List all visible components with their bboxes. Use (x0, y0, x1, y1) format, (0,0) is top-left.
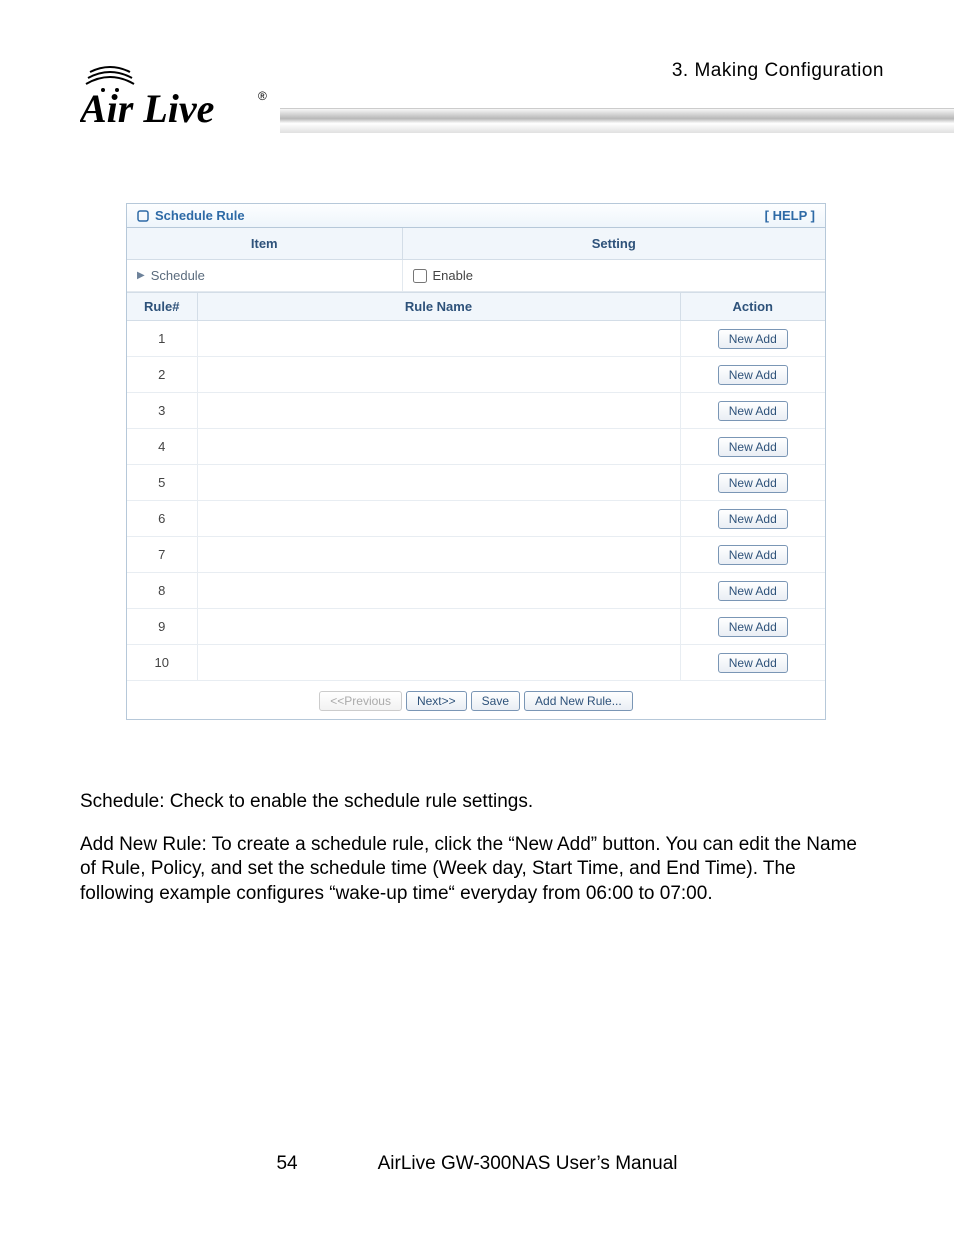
table-row: 5 New Add (127, 465, 825, 501)
airlive-logo: Air Live ® (80, 60, 280, 130)
rule-number-cell: 9 (127, 609, 197, 645)
enable-label: Enable (433, 268, 473, 283)
new-add-button[interactable]: New Add (718, 365, 788, 385)
rule-number-header: Rule# (127, 293, 197, 321)
new-add-button[interactable]: New Add (718, 437, 788, 457)
previous-button: <<Previous (319, 691, 402, 711)
next-button[interactable]: Next>> (406, 691, 467, 711)
rule-number-cell: 8 (127, 573, 197, 609)
action-cell: New Add (680, 357, 825, 393)
header-divider (280, 108, 954, 133)
help-link[interactable]: [ HELP ] (765, 208, 815, 223)
rule-name-cell (197, 357, 680, 393)
action-cell: New Add (680, 393, 825, 429)
triangle-icon: ▶ (137, 270, 145, 281)
schedule-row: ▶ Schedule Enable (127, 260, 825, 292)
rule-name-cell (197, 501, 680, 537)
add-new-rule-button[interactable]: Add New Rule... (524, 691, 633, 711)
panel-title-text: Schedule Rule (155, 208, 245, 223)
rule-name-cell (197, 429, 680, 465)
table-row: 6 New Add (127, 501, 825, 537)
rule-name-cell (197, 465, 680, 501)
panel-title: Schedule Rule (137, 208, 245, 223)
schedule-cell: ▶ Schedule (127, 260, 402, 292)
rule-number-cell: 10 (127, 645, 197, 681)
table-row: 10 New Add (127, 645, 825, 681)
action-cell: New Add (680, 609, 825, 645)
body-text: Schedule: Check to enable the schedule r… (80, 790, 874, 925)
action-cell: New Add (680, 321, 825, 357)
new-add-button[interactable]: New Add (718, 401, 788, 421)
schedule-rule-panel: Schedule Rule [ HELP ] Item Setting ▶ Sc… (126, 203, 826, 720)
action-cell: New Add (680, 645, 825, 681)
page-number: 54 (276, 1153, 297, 1175)
rule-number-cell: 6 (127, 501, 197, 537)
manual-title: AirLive GW-300NAS User’s Manual (378, 1153, 678, 1175)
settings-table: Item Setting ▶ Schedule Enable (127, 228, 825, 292)
item-header: Item (127, 228, 402, 260)
rule-name-header: Rule Name (197, 293, 680, 321)
table-row: 7 New Add (127, 537, 825, 573)
new-add-button[interactable]: New Add (718, 509, 788, 529)
table-row: 9 New Add (127, 609, 825, 645)
table-row: 8 New Add (127, 573, 825, 609)
paragraph-schedule: Schedule: Check to enable the schedule r… (80, 790, 874, 815)
rule-number-cell: 2 (127, 357, 197, 393)
save-button[interactable]: Save (471, 691, 520, 711)
action-header: Action (680, 293, 825, 321)
rule-number-cell: 3 (127, 393, 197, 429)
paragraph-add-new: Add New Rule: To create a schedule rule,… (80, 833, 874, 907)
new-add-button[interactable]: New Add (718, 581, 788, 601)
page-footer: 54 AirLive GW-300NAS User’s Manual (0, 1153, 954, 1175)
rule-name-cell (197, 537, 680, 573)
rule-number-cell: 1 (127, 321, 197, 357)
new-add-button[interactable]: New Add (718, 329, 788, 349)
table-row: 2 New Add (127, 357, 825, 393)
page-header: Air Live ® 3. Making Configuration (0, 0, 954, 140)
new-add-button[interactable]: New Add (718, 473, 788, 493)
table-row: 3 New Add (127, 393, 825, 429)
panel-icon (137, 210, 149, 222)
settings-header-row: Item Setting (127, 228, 825, 260)
new-add-button[interactable]: New Add (718, 545, 788, 565)
action-cell: New Add (680, 429, 825, 465)
svg-text:Air Live: Air Live (80, 86, 214, 130)
rules-table: Rule# Rule Name Action 1New Add2New Add3… (127, 292, 825, 681)
chapter-title: 3. Making Configuration (672, 60, 884, 82)
enable-cell-wrapper: Enable (402, 260, 825, 292)
rule-name-cell (197, 573, 680, 609)
schedule-label: Schedule (151, 268, 205, 283)
rule-name-cell (197, 645, 680, 681)
new-add-button[interactable]: New Add (718, 653, 788, 673)
action-cell: New Add (680, 537, 825, 573)
setting-header: Setting (402, 228, 825, 260)
rule-number-cell: 4 (127, 429, 197, 465)
table-row: 4 New Add (127, 429, 825, 465)
rules-header-row: Rule# Rule Name Action (127, 293, 825, 321)
table-row: 1 New Add (127, 321, 825, 357)
rule-name-cell (197, 609, 680, 645)
button-bar: <<Previous Next>> Save Add New Rule... (127, 681, 825, 719)
rule-name-cell (197, 321, 680, 357)
svg-text:®: ® (258, 89, 267, 103)
action-cell: New Add (680, 465, 825, 501)
rule-number-cell: 5 (127, 465, 197, 501)
rule-number-cell: 7 (127, 537, 197, 573)
new-add-button[interactable]: New Add (718, 617, 788, 637)
logo-svg: Air Live ® (80, 60, 280, 130)
rule-name-cell (197, 393, 680, 429)
action-cell: New Add (680, 573, 825, 609)
panel-title-bar: Schedule Rule [ HELP ] (127, 204, 825, 228)
action-cell: New Add (680, 501, 825, 537)
enable-checkbox[interactable] (413, 269, 427, 283)
